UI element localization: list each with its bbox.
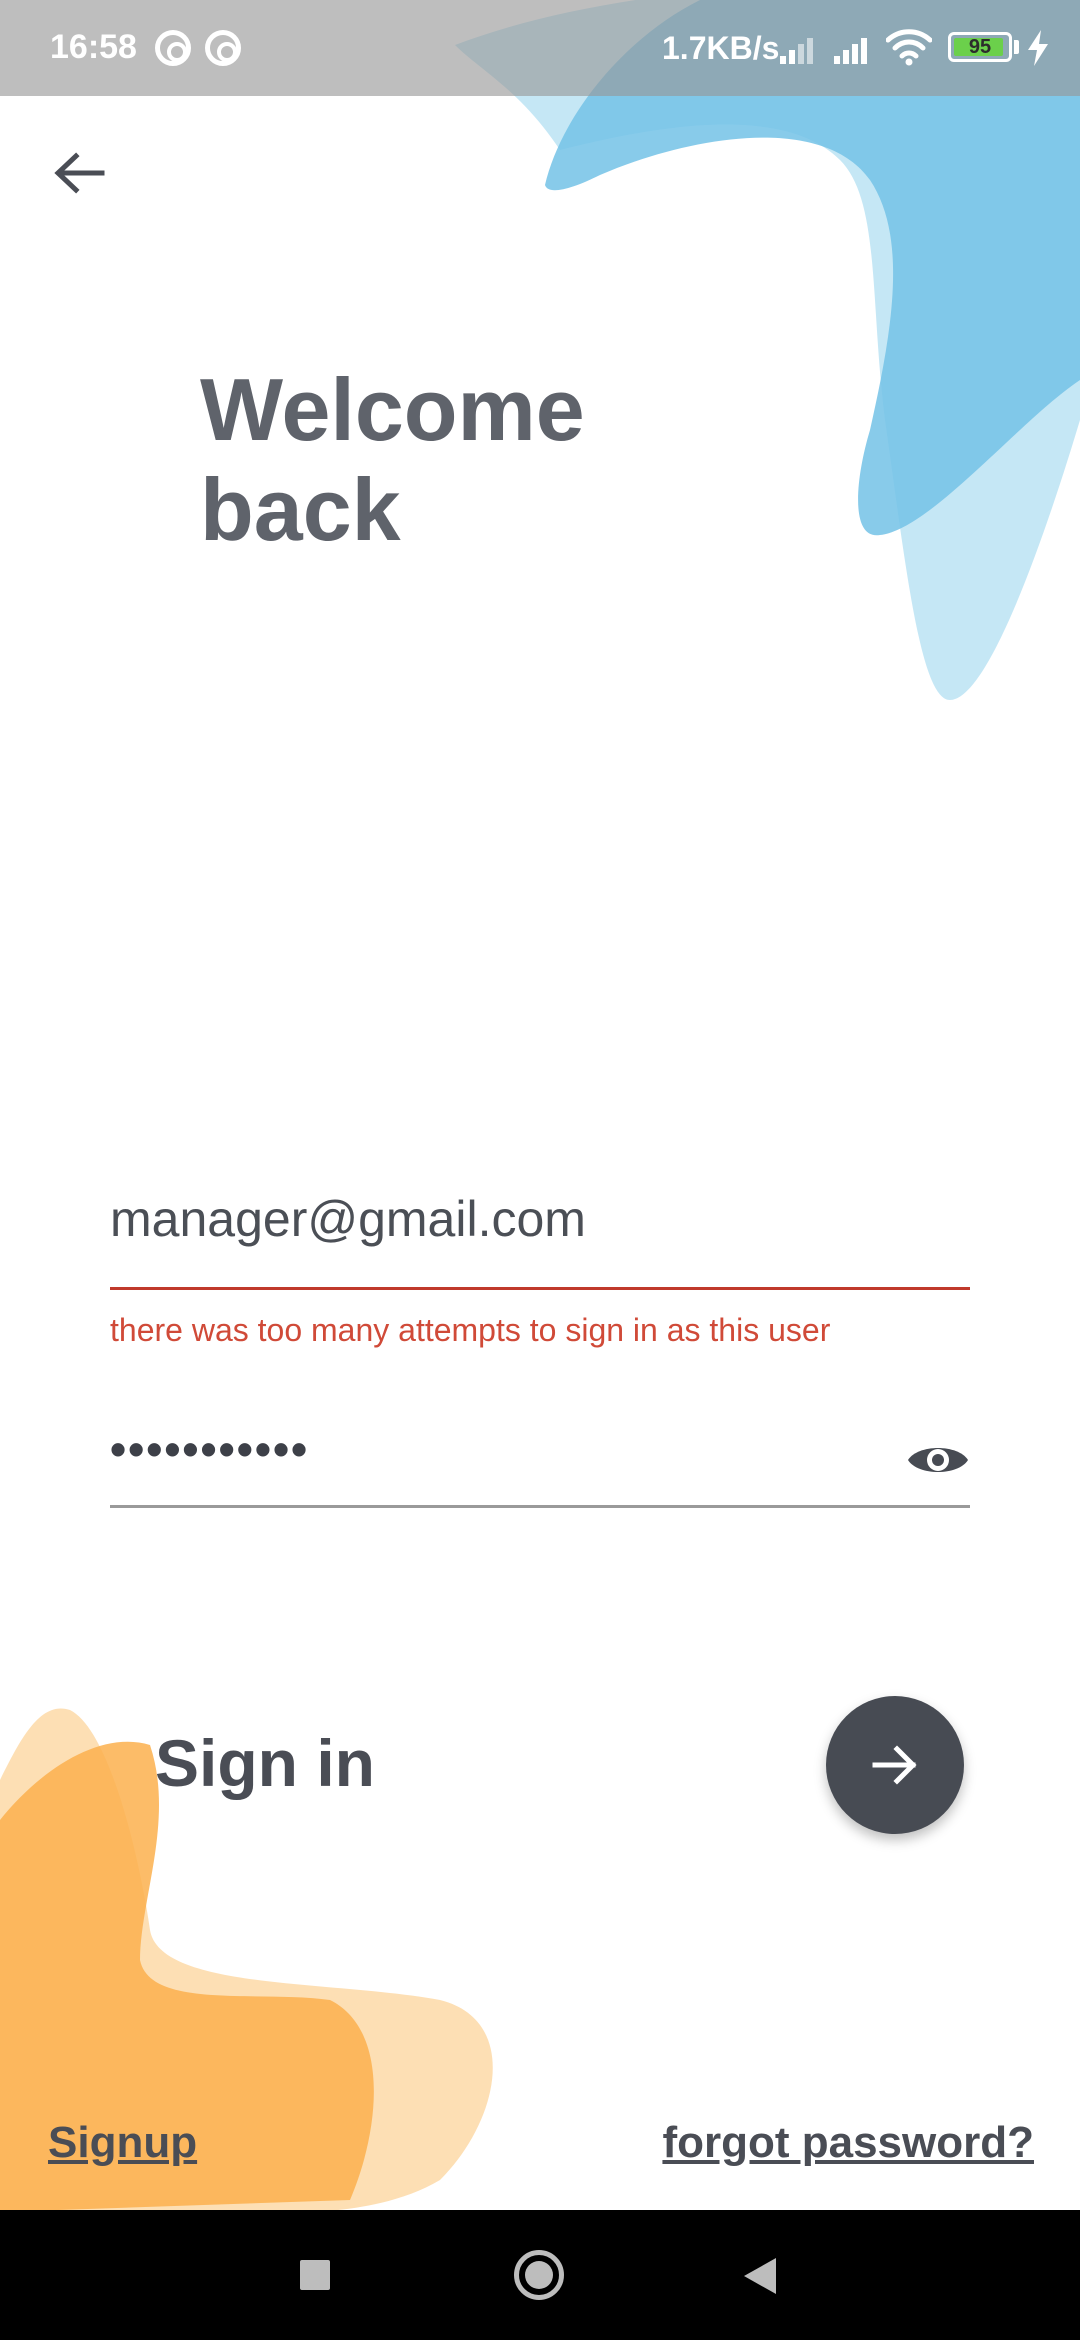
system-back-button[interactable] <box>744 2258 776 2294</box>
password-field[interactable]: ••••••••••• <box>110 1420 970 1508</box>
charging-bolt-icon <box>1028 30 1048 66</box>
battery-tip <box>1014 40 1019 54</box>
sign-in-label: Sign in <box>155 1726 375 1800</box>
password-value: ••••••••••• <box>110 1423 310 1475</box>
home-button[interactable] <box>514 2250 564 2300</box>
sign-in-button[interactable] <box>826 1696 964 1834</box>
arrow-right-icon <box>872 1745 917 1785</box>
title-line-2: back <box>200 460 401 559</box>
forgot-password-link[interactable]: forgot password? <box>662 2118 1034 2168</box>
at-icon <box>155 30 191 66</box>
title-line-1: Welcome <box>200 360 585 459</box>
battery-icon: 95 <box>948 32 1012 62</box>
eye-icon[interactable] <box>906 1438 970 1482</box>
email-error-message: there was too many attempts to sign in a… <box>110 1312 831 1348</box>
background-decoration <box>0 0 1080 2212</box>
status-bar: 16:58 1.7KB/s 95 <box>0 0 1080 96</box>
status-time: 16:58 <box>50 28 137 66</box>
email-field[interactable]: manager@gmail.com <box>110 1190 970 1290</box>
battery-level: 95 <box>968 36 992 58</box>
network-speed: 1.7KB/s <box>662 30 780 66</box>
signal-icon <box>780 34 820 64</box>
signal-icon <box>834 34 874 64</box>
signup-link[interactable]: Signup <box>48 2118 197 2168</box>
at-icon <box>205 30 241 66</box>
back-button[interactable] <box>40 140 120 220</box>
recent-apps-button[interactable] <box>300 2260 330 2290</box>
page-title: Welcome back <box>200 360 585 560</box>
wifi-icon <box>886 29 932 66</box>
arrow-left-icon <box>54 152 105 194</box>
system-nav-bar <box>0 2210 1080 2340</box>
email-value: manager@gmail.com <box>110 1191 586 1247</box>
